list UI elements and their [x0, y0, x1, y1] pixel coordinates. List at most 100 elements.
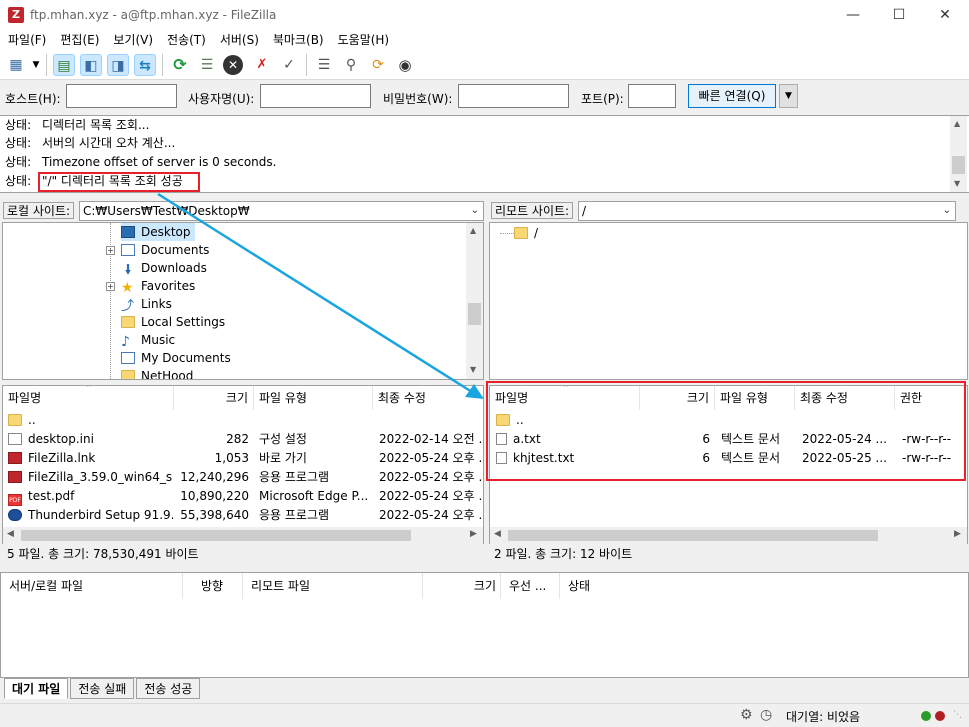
menu-edit[interactable]: 편집(E) — [60, 30, 99, 50]
file-row[interactable]: PDF test.pdf 10,890,220 Microsoft Edge P.… — [3, 487, 483, 506]
port-label: 포트(P): — [581, 92, 624, 106]
tree-item-downloads[interactable]: 🠛 Downloads — [121, 259, 206, 278]
menu-bar: 파일(F) 편집(E) 보기(V) 전송(T) 서버(S) 북마크(B) 도움말… — [0, 30, 969, 50]
scroll-right-icon[interactable]: ▶ — [954, 529, 961, 539]
local-path-input[interactable]: C:₩Users₩Test₩Desktop₩ ⌄ — [79, 201, 484, 221]
compare-icon[interactable]: ⚲ — [340, 54, 362, 76]
scroll-right-icon[interactable]: ▶ — [470, 529, 477, 539]
process-queue-icon[interactable]: ☰ — [196, 54, 218, 76]
password-label: 비밀번호(W): — [383, 92, 453, 106]
resize-grip-icon[interactable]: ⋱ — [953, 710, 962, 720]
maximize-button[interactable]: ☐ — [876, 0, 922, 30]
tree-item-links[interactable]: ⤴ Links — [121, 295, 172, 313]
close-button[interactable]: ✕ — [922, 0, 968, 30]
queue-header-direction[interactable]: 방향 — [183, 573, 243, 599]
upload-indicator-icon — [921, 711, 931, 721]
reconnect-icon[interactable]: ✓ — [278, 54, 300, 76]
settings-file-icon — [8, 433, 22, 445]
download-indicator-icon — [935, 711, 945, 721]
tree-item-documents[interactable]: Documents — [121, 241, 209, 259]
toggle-queue-icon[interactable]: ⇆ — [134, 54, 156, 76]
column-header-size[interactable]: 크기 — [174, 386, 254, 410]
log-scroll-thumb[interactable] — [952, 156, 965, 174]
scroll-up-icon[interactable]: ▲ — [954, 119, 960, 128]
tree-item-music[interactable]: ♪ Music — [121, 331, 175, 349]
expand-icon[interactable]: + — [106, 282, 115, 291]
queue-header-remote-file[interactable]: 리모트 파일 — [243, 573, 423, 599]
sync-browsing-icon[interactable]: ⟳ — [367, 54, 389, 76]
tree-item-favorites[interactable]: ★ Favorites — [121, 277, 195, 295]
site-manager-dropdown-icon[interactable]: ▼ — [30, 54, 42, 76]
folder-icon — [121, 370, 135, 379]
local-list-hscrollbar[interactable]: ◀ ▶ — [3, 527, 483, 544]
queue-header-status[interactable]: 상태 — [560, 573, 660, 599]
scroll-down-icon[interactable]: ▼ — [470, 365, 476, 374]
port-input[interactable] — [628, 84, 676, 108]
search-binoculars-icon[interactable]: ◉ — [394, 54, 416, 76]
username-input[interactable] — [260, 84, 371, 108]
tree-item-root[interactable]: / — [514, 224, 538, 242]
remote-list-hscroll-thumb[interactable] — [508, 530, 878, 541]
tab-failed-transfers[interactable]: 전송 실패 — [70, 678, 135, 699]
tree-item-nethood[interactable]: NetHood — [121, 367, 193, 379]
file-row[interactable]: FileZilla.lnk 1,053 바로 가기 2022-05-24 오후 … — [3, 449, 483, 468]
site-manager-icon[interactable]: ▦ — [5, 54, 27, 76]
tree-item-desktop[interactable]: Desktop — [121, 223, 195, 241]
expand-icon[interactable]: + — [106, 246, 115, 255]
remote-path-dropdown-icon[interactable]: ⌄ — [943, 202, 951, 220]
document-icon — [121, 352, 135, 364]
download-icon: 🠛 — [124, 262, 132, 278]
quickconnect-button[interactable]: 빠른 연결(Q) — [688, 84, 776, 108]
tab-queued-files[interactable]: 대기 파일 — [4, 678, 69, 699]
scroll-down-icon[interactable]: ▼ — [954, 179, 960, 188]
scroll-left-icon[interactable]: ◀ — [7, 529, 14, 539]
cancel-icon[interactable]: ✕ — [223, 55, 243, 75]
quickconnect-dropdown-icon[interactable]: ▼ — [779, 84, 798, 108]
refresh-icon[interactable]: ⟳ — [169, 54, 191, 76]
queue-status-text: 대기열: 비었음 — [786, 710, 861, 724]
host-input[interactable] — [66, 84, 177, 108]
menu-bookmarks[interactable]: 북마크(B) — [273, 30, 324, 50]
scroll-left-icon[interactable]: ◀ — [494, 529, 501, 539]
directory-listing-filter-icon[interactable]: ☰ — [313, 54, 335, 76]
file-row[interactable]: desktop.ini 282 구성 설정 2022-02-14 오전 ... — [3, 430, 483, 449]
queue-header-size[interactable]: 크기 — [423, 573, 501, 599]
toggle-log-icon[interactable]: ▤ — [53, 54, 75, 76]
column-header-type[interactable]: 파일 유형 — [254, 386, 373, 410]
local-tree-scroll-thumb[interactable] — [468, 303, 481, 325]
remote-path-input[interactable]: / ⌄ — [578, 201, 956, 221]
column-header-modified[interactable]: 최종 수정 — [373, 386, 483, 410]
local-list-hscroll-thumb[interactable] — [21, 530, 411, 541]
local-path-dropdown-icon[interactable]: ⌄ — [471, 202, 479, 220]
speed-limit-icon[interactable]: ◷ — [760, 707, 772, 723]
transfer-queue: 서버/로컬 파일 방향 리모트 파일 크기 우선 ... 상태 — [0, 572, 969, 678]
tree-item-my-documents[interactable]: My Documents — [121, 349, 231, 367]
toggle-local-tree-icon[interactable]: ◧ — [80, 54, 102, 76]
music-icon: ♪ — [121, 334, 130, 350]
sort-ascending-icon: ⌃ — [85, 385, 93, 394]
file-row[interactable]: Thunderbird Setup 91.9.... 55,398,640 응용… — [3, 506, 483, 525]
menu-transfer[interactable]: 전송(T) — [167, 30, 206, 50]
remote-list-hscrollbar[interactable]: ◀ ▶ — [490, 527, 967, 544]
menu-server[interactable]: 서버(S) — [220, 30, 259, 50]
gear-icon[interactable]: ⚙ — [740, 707, 753, 723]
document-icon — [121, 244, 135, 256]
menu-help[interactable]: 도움말(H) — [338, 30, 390, 50]
log-scrollbar[interactable]: ▲ ▼ — [950, 116, 967, 192]
menu-view[interactable]: 보기(V) — [113, 30, 153, 50]
disconnect-icon[interactable]: ✗ — [251, 54, 273, 76]
toggle-remote-tree-icon[interactable]: ◨ — [107, 54, 129, 76]
tree-item-local-settings[interactable]: Local Settings — [121, 313, 225, 331]
tab-successful-transfers[interactable]: 전송 성공 — [136, 678, 201, 699]
queue-header-priority[interactable]: 우선 ... — [501, 573, 560, 599]
password-input[interactable] — [458, 84, 569, 108]
local-tree-scrollbar[interactable]: ▲ ▼ — [466, 223, 483, 379]
file-row[interactable]: FileZilla_3.59.0_win64_sp... 12,240,296 … — [3, 468, 483, 487]
folder-icon — [8, 414, 22, 426]
queue-header-local-file[interactable]: 서버/로컬 파일 — [1, 573, 183, 599]
menu-file[interactable]: 파일(F) — [8, 30, 46, 50]
minimize-button[interactable]: — — [830, 0, 876, 30]
remote-site-label: 리모트 사이트: — [491, 202, 574, 219]
local-directory-tree: Desktop + Documents 🠛 Downloads + ★ Favori… — [2, 222, 484, 380]
scroll-up-icon[interactable]: ▲ — [470, 226, 476, 235]
